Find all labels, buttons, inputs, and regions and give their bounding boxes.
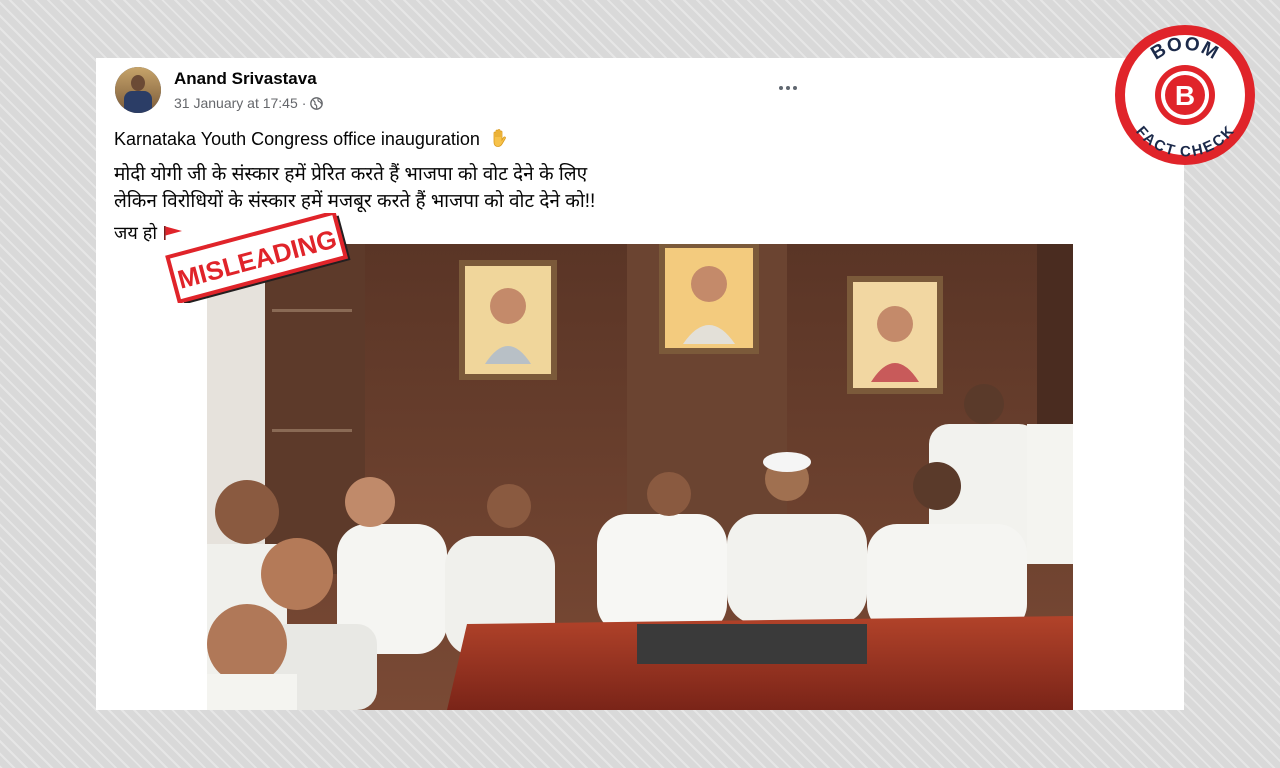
post-photo[interactable]	[207, 244, 1073, 710]
post-meta: 31 January at 17:45 ·	[174, 95, 324, 111]
globe-icon	[310, 96, 324, 110]
more-dot	[793, 86, 797, 90]
author-avatar[interactable]	[115, 67, 161, 113]
group-photo	[207, 244, 1073, 710]
misleading-stamp: MISLEADING	[163, 210, 359, 305]
post-line4-text: जय हो	[114, 223, 158, 243]
facebook-post-card: Anand Srivastava 31 January at 17:45 · K…	[96, 58, 1184, 710]
post-text-line3: लेकिन विरोधियों के संस्कार हमें मजबूर कर…	[114, 191, 596, 212]
raised-hand-icon	[493, 129, 506, 147]
more-dot	[779, 86, 783, 90]
more-options-button[interactable]	[766, 76, 810, 100]
post-timestamp[interactable]: 31 January at 17:45	[174, 95, 298, 111]
meta-separator: ·	[301, 95, 307, 111]
author-name[interactable]: Anand Srivastava	[174, 69, 317, 89]
boom-badge-graphic: B BOOM FACT CHECK	[1115, 25, 1255, 165]
post-text-line2: मोदी योगी जी के संस्कार हमें प्रेरित करत…	[114, 164, 588, 185]
badge-letter: B	[1175, 80, 1195, 111]
post-text-line1: Karnataka Youth Congress office inaugura…	[114, 128, 509, 150]
post-line1-text: Karnataka Youth Congress office inaugura…	[114, 129, 480, 149]
misleading-stamp-graphic: MISLEADING	[165, 210, 351, 305]
more-dot	[786, 86, 790, 90]
boom-fact-check-badge: B BOOM FACT CHECK	[1112, 22, 1258, 168]
